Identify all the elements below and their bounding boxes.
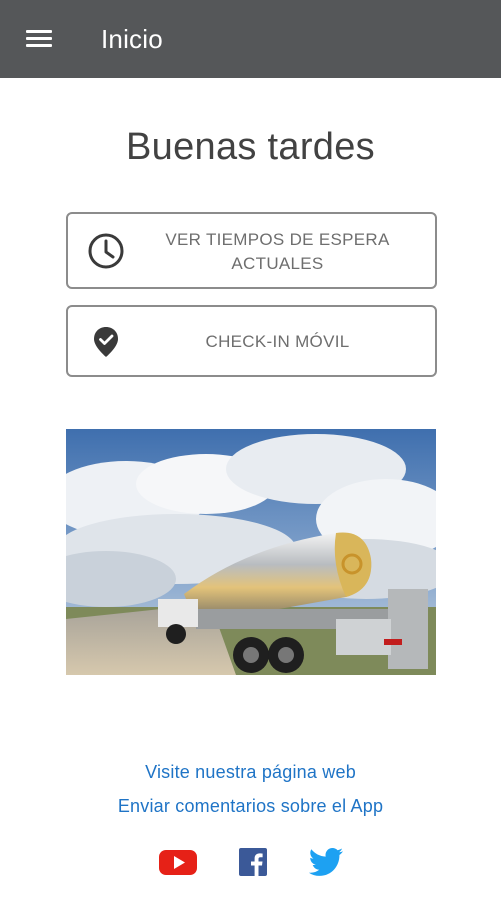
location-check-icon: [94, 327, 118, 357]
tanker-truck-photo: [66, 429, 436, 675]
mobile-checkin-button[interactable]: CHECK-IN MÓVIL: [66, 305, 437, 377]
website-link[interactable]: Visite nuestra página web: [0, 762, 501, 783]
app-feedback-link[interactable]: Enviar comentarios sobre el App: [0, 796, 501, 817]
twitter-icon[interactable]: [308, 846, 344, 878]
hamburger-menu-icon[interactable]: [24, 27, 54, 51]
mobile-checkin-label: CHECK-IN MÓVIL: [205, 332, 350, 351]
wait-times-label: VER TIEMPOS DE ESPERA ACTUALES: [165, 230, 390, 273]
greeting-heading: Buenas tardes: [126, 126, 375, 168]
youtube-icon[interactable]: [158, 846, 198, 878]
facebook-icon[interactable]: [238, 846, 268, 878]
app-bar: Inicio: [0, 0, 501, 78]
page-title: Inicio: [101, 24, 163, 54]
wait-times-button[interactable]: VER TIEMPOS DE ESPERA ACTUALES: [66, 212, 437, 289]
clock-icon: [88, 233, 124, 269]
